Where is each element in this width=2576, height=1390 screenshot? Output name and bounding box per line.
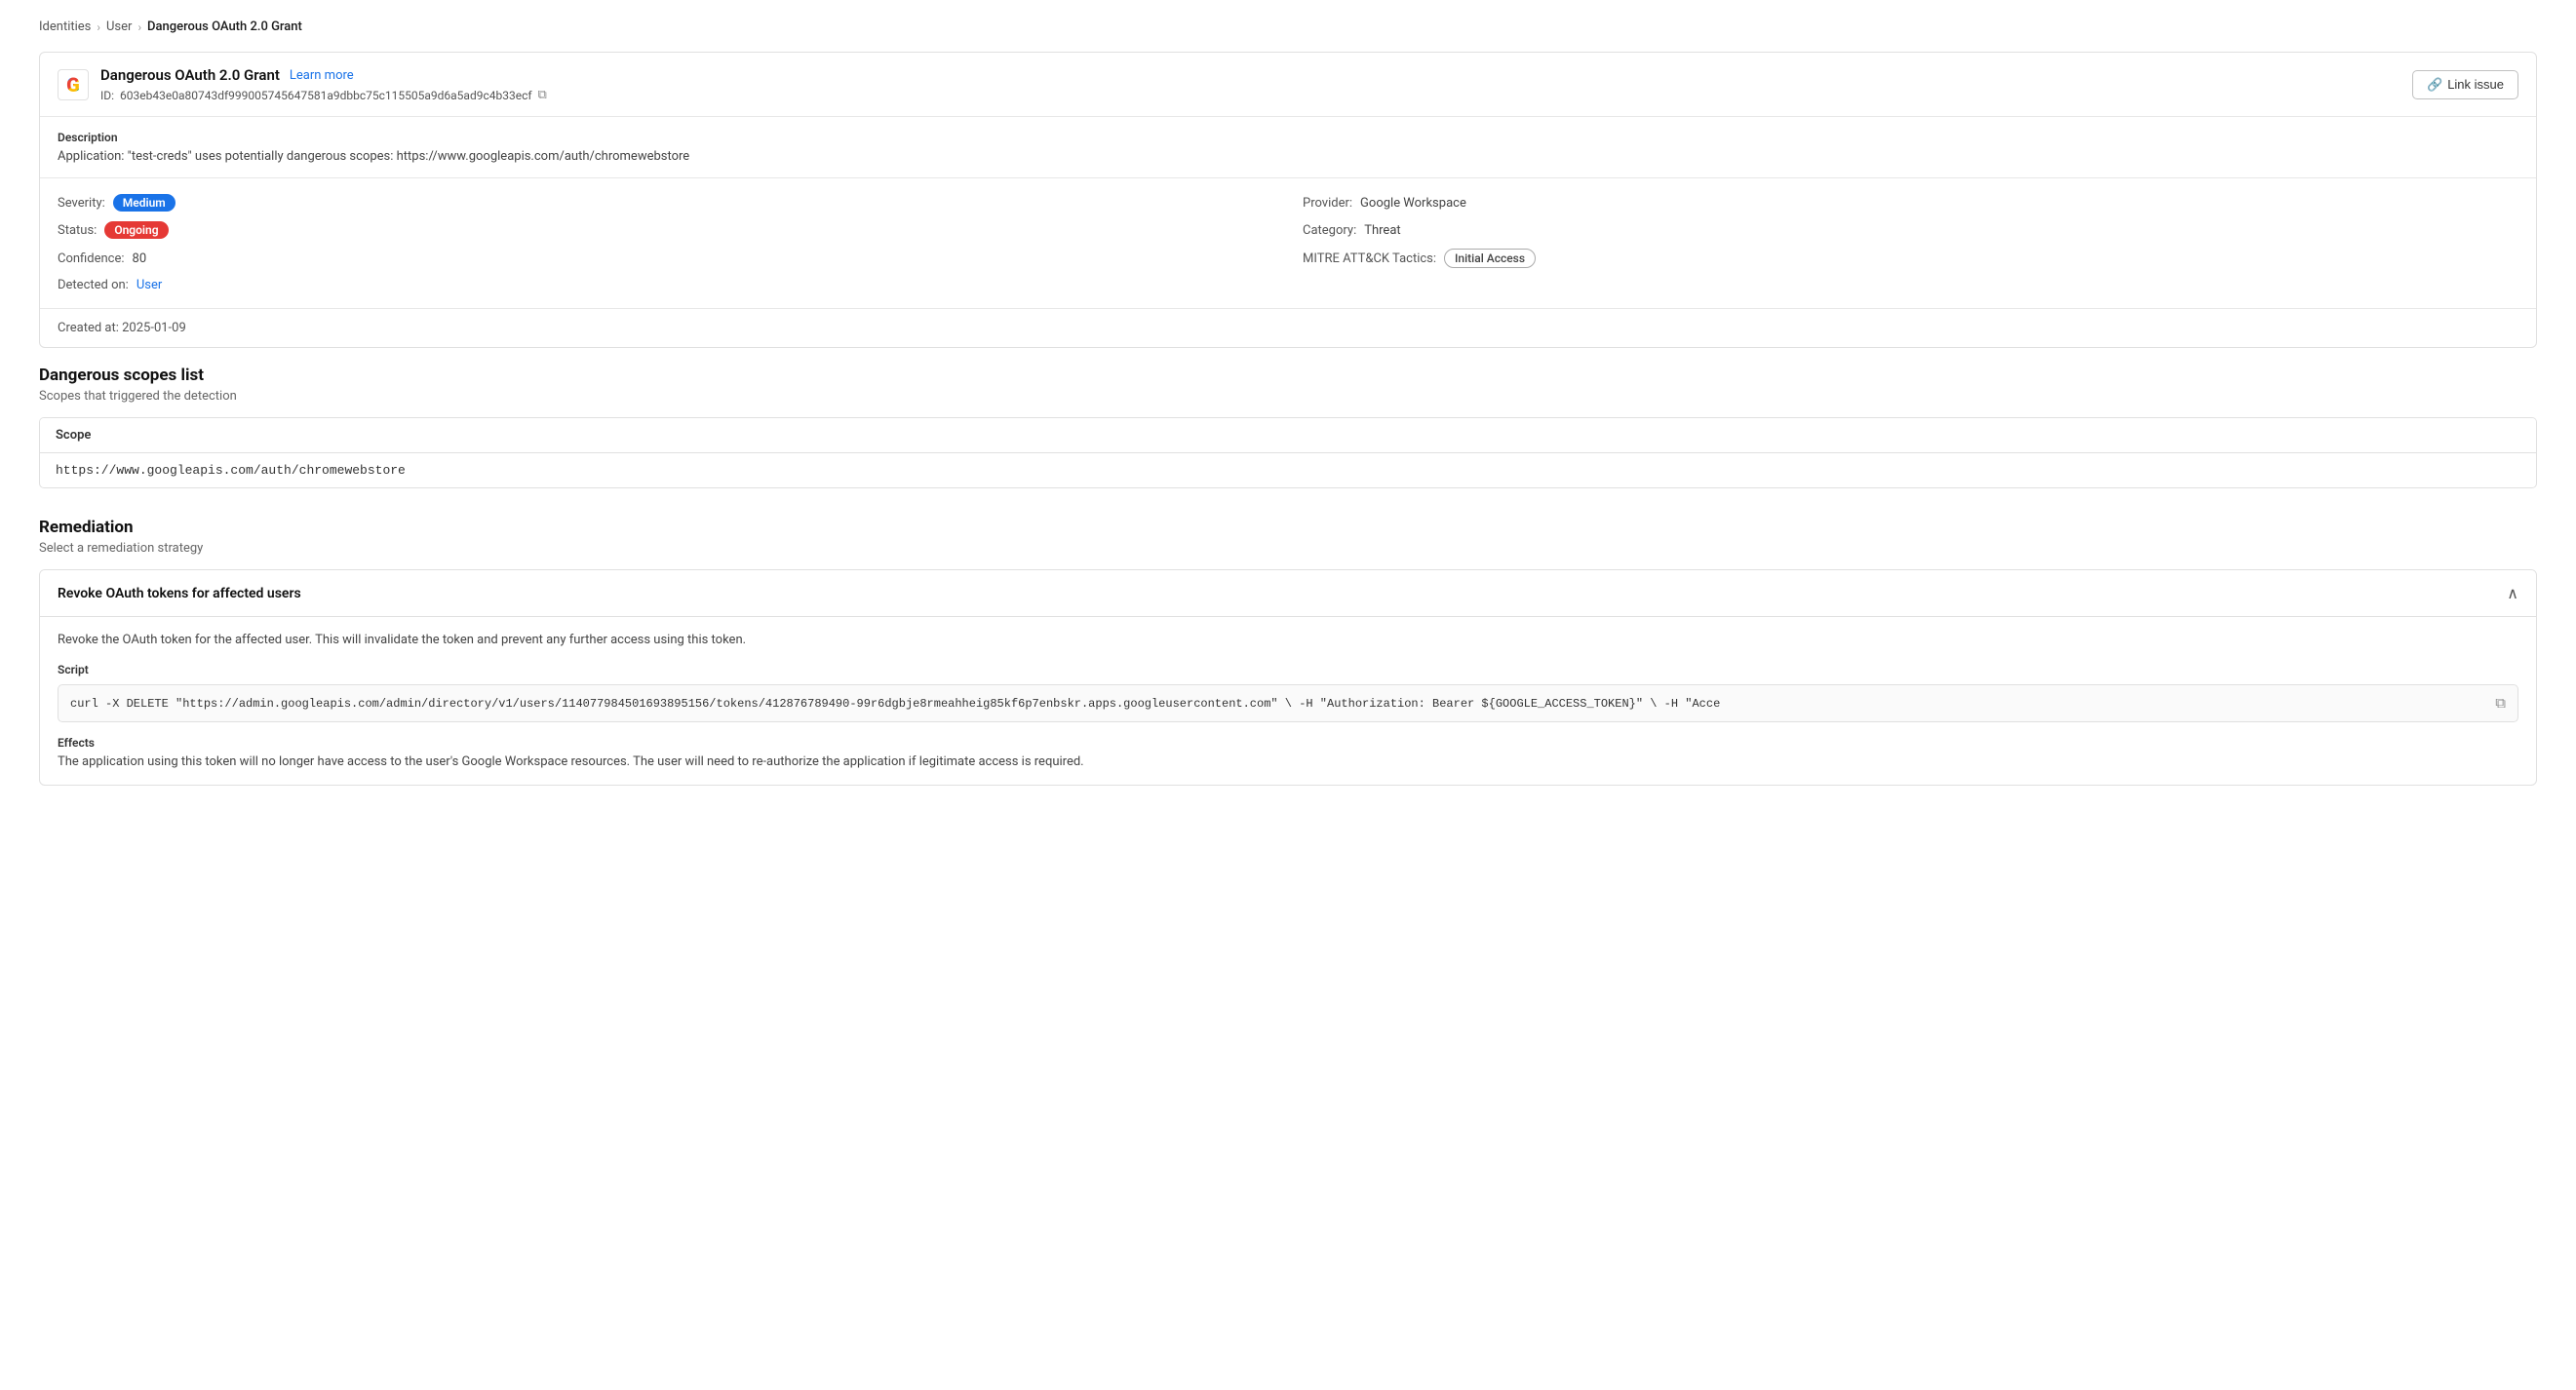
mitre-label: MITRE ATT&CK Tactics: xyxy=(1303,251,1436,266)
remediation-section-title: Remediation xyxy=(39,518,2537,537)
severity-badge: Medium xyxy=(113,194,176,212)
copy-script-button[interactable]: ⧉ xyxy=(2495,695,2506,712)
link-icon: 🔗 xyxy=(2427,77,2442,93)
status-row: Status: Ongoing xyxy=(58,221,1273,239)
mitre-badge: Initial Access xyxy=(1444,249,1536,268)
scope-table-header: Scope xyxy=(40,418,2536,453)
script-text: curl -X DELETE "https://admin.googleapis… xyxy=(70,697,2487,711)
status-label: Status: xyxy=(58,223,97,238)
script-container: curl -X DELETE "https://admin.googleapis… xyxy=(58,684,2518,722)
category-value: Threat xyxy=(1364,223,1400,238)
created-section: Created at: 2025-01-09 xyxy=(40,309,2536,347)
breadcrumb-identities[interactable]: Identities xyxy=(39,19,91,34)
alert-title: Dangerous OAuth 2.0 Grant xyxy=(100,66,280,84)
description-label: Description xyxy=(58,131,2518,144)
confidence-value: 80 xyxy=(133,251,147,266)
breadcrumb-user[interactable]: User xyxy=(106,19,132,34)
remediation-card: Revoke OAuth tokens for affected users ∧… xyxy=(39,569,2537,786)
scopes-section-subtitle: Scopes that triggered the detection xyxy=(39,389,2537,404)
created-at-label: Created at: xyxy=(58,321,119,335)
confidence-row: Confidence: 80 xyxy=(58,249,1273,268)
learn-more-link[interactable]: Learn more xyxy=(290,68,354,83)
provider-label: Provider: xyxy=(1303,196,1352,211)
description-section: Description Application: "test-creds" us… xyxy=(40,117,2536,178)
id-value: 603eb43e0a80743df999005745647581a9dbbc75… xyxy=(120,89,531,102)
meta-section: Severity: Medium Provider: Google Worksp… xyxy=(40,178,2536,309)
remediation-body: Revoke the OAuth token for the affected … xyxy=(40,617,2536,785)
dangerous-scopes-section: Dangerous scopes list Scopes that trigge… xyxy=(39,366,2537,488)
effects-text: The application using this token will no… xyxy=(58,754,2518,769)
category-label: Category: xyxy=(1303,223,1356,238)
detected-on-label: Detected on: xyxy=(58,278,129,292)
remediation-card-title: Revoke OAuth tokens for affected users xyxy=(58,586,301,601)
id-label: ID: xyxy=(100,89,114,102)
breadcrumb-sep-2: › xyxy=(137,20,141,34)
link-issue-label: Link issue xyxy=(2447,77,2504,92)
detected-on-user-link[interactable]: User xyxy=(137,278,162,292)
scope-row: https://www.googleapis.com/auth/chromewe… xyxy=(40,453,2536,487)
provider-value: Google Workspace xyxy=(1360,196,1466,211)
breadcrumb: Identities › User › Dangerous OAuth 2.0 … xyxy=(39,19,2537,34)
alert-header-left: G Dangerous OAuth 2.0 Grant Learn more I… xyxy=(58,66,547,102)
copy-id-icon[interactable]: ⧉ xyxy=(538,88,547,102)
severity-row: Severity: Medium xyxy=(58,194,1273,212)
status-badge: Ongoing xyxy=(104,221,168,239)
title-group: Dangerous OAuth 2.0 Grant Learn more ID:… xyxy=(100,66,547,102)
link-issue-button[interactable]: 🔗 Link issue xyxy=(2412,70,2518,99)
remediation-section: Remediation Select a remediation strateg… xyxy=(39,518,2537,786)
remediation-section-subtitle: Select a remediation strategy xyxy=(39,541,2537,556)
google-logo: G xyxy=(58,69,89,100)
provider-row: Provider: Google Workspace xyxy=(1303,194,2518,212)
alert-card-header: G Dangerous OAuth 2.0 Grant Learn more I… xyxy=(40,53,2536,117)
chevron-up-icon: ∧ xyxy=(2507,584,2518,602)
scope-table: Scope https://www.googleapis.com/auth/ch… xyxy=(39,417,2537,488)
scopes-section-title: Dangerous scopes list xyxy=(39,366,2537,385)
script-label: Script xyxy=(58,663,2518,676)
confidence-label: Confidence: xyxy=(58,251,125,266)
remediation-card-header[interactable]: Revoke OAuth tokens for affected users ∧ xyxy=(40,570,2536,617)
category-row: Category: Threat xyxy=(1303,221,2518,239)
created-at-value: 2025-01-09 xyxy=(122,321,186,335)
title-row: Dangerous OAuth 2.0 Grant Learn more xyxy=(100,66,547,84)
severity-label: Severity: xyxy=(58,196,105,211)
alert-card: G Dangerous OAuth 2.0 Grant Learn more I… xyxy=(39,52,2537,348)
remediation-description: Revoke the OAuth token for the affected … xyxy=(58,633,2518,647)
effects-label: Effects xyxy=(58,736,2518,750)
detected-on-row: Detected on: User xyxy=(58,278,1273,292)
id-row: ID: 603eb43e0a80743df999005745647581a9db… xyxy=(100,88,547,102)
breadcrumb-sep-1: › xyxy=(97,20,100,34)
mitre-row: MITRE ATT&CK Tactics: Initial Access xyxy=(1303,249,2518,268)
description-text: Application: "test-creds" uses potential… xyxy=(58,149,2518,164)
breadcrumb-current: Dangerous OAuth 2.0 Grant xyxy=(147,19,302,34)
